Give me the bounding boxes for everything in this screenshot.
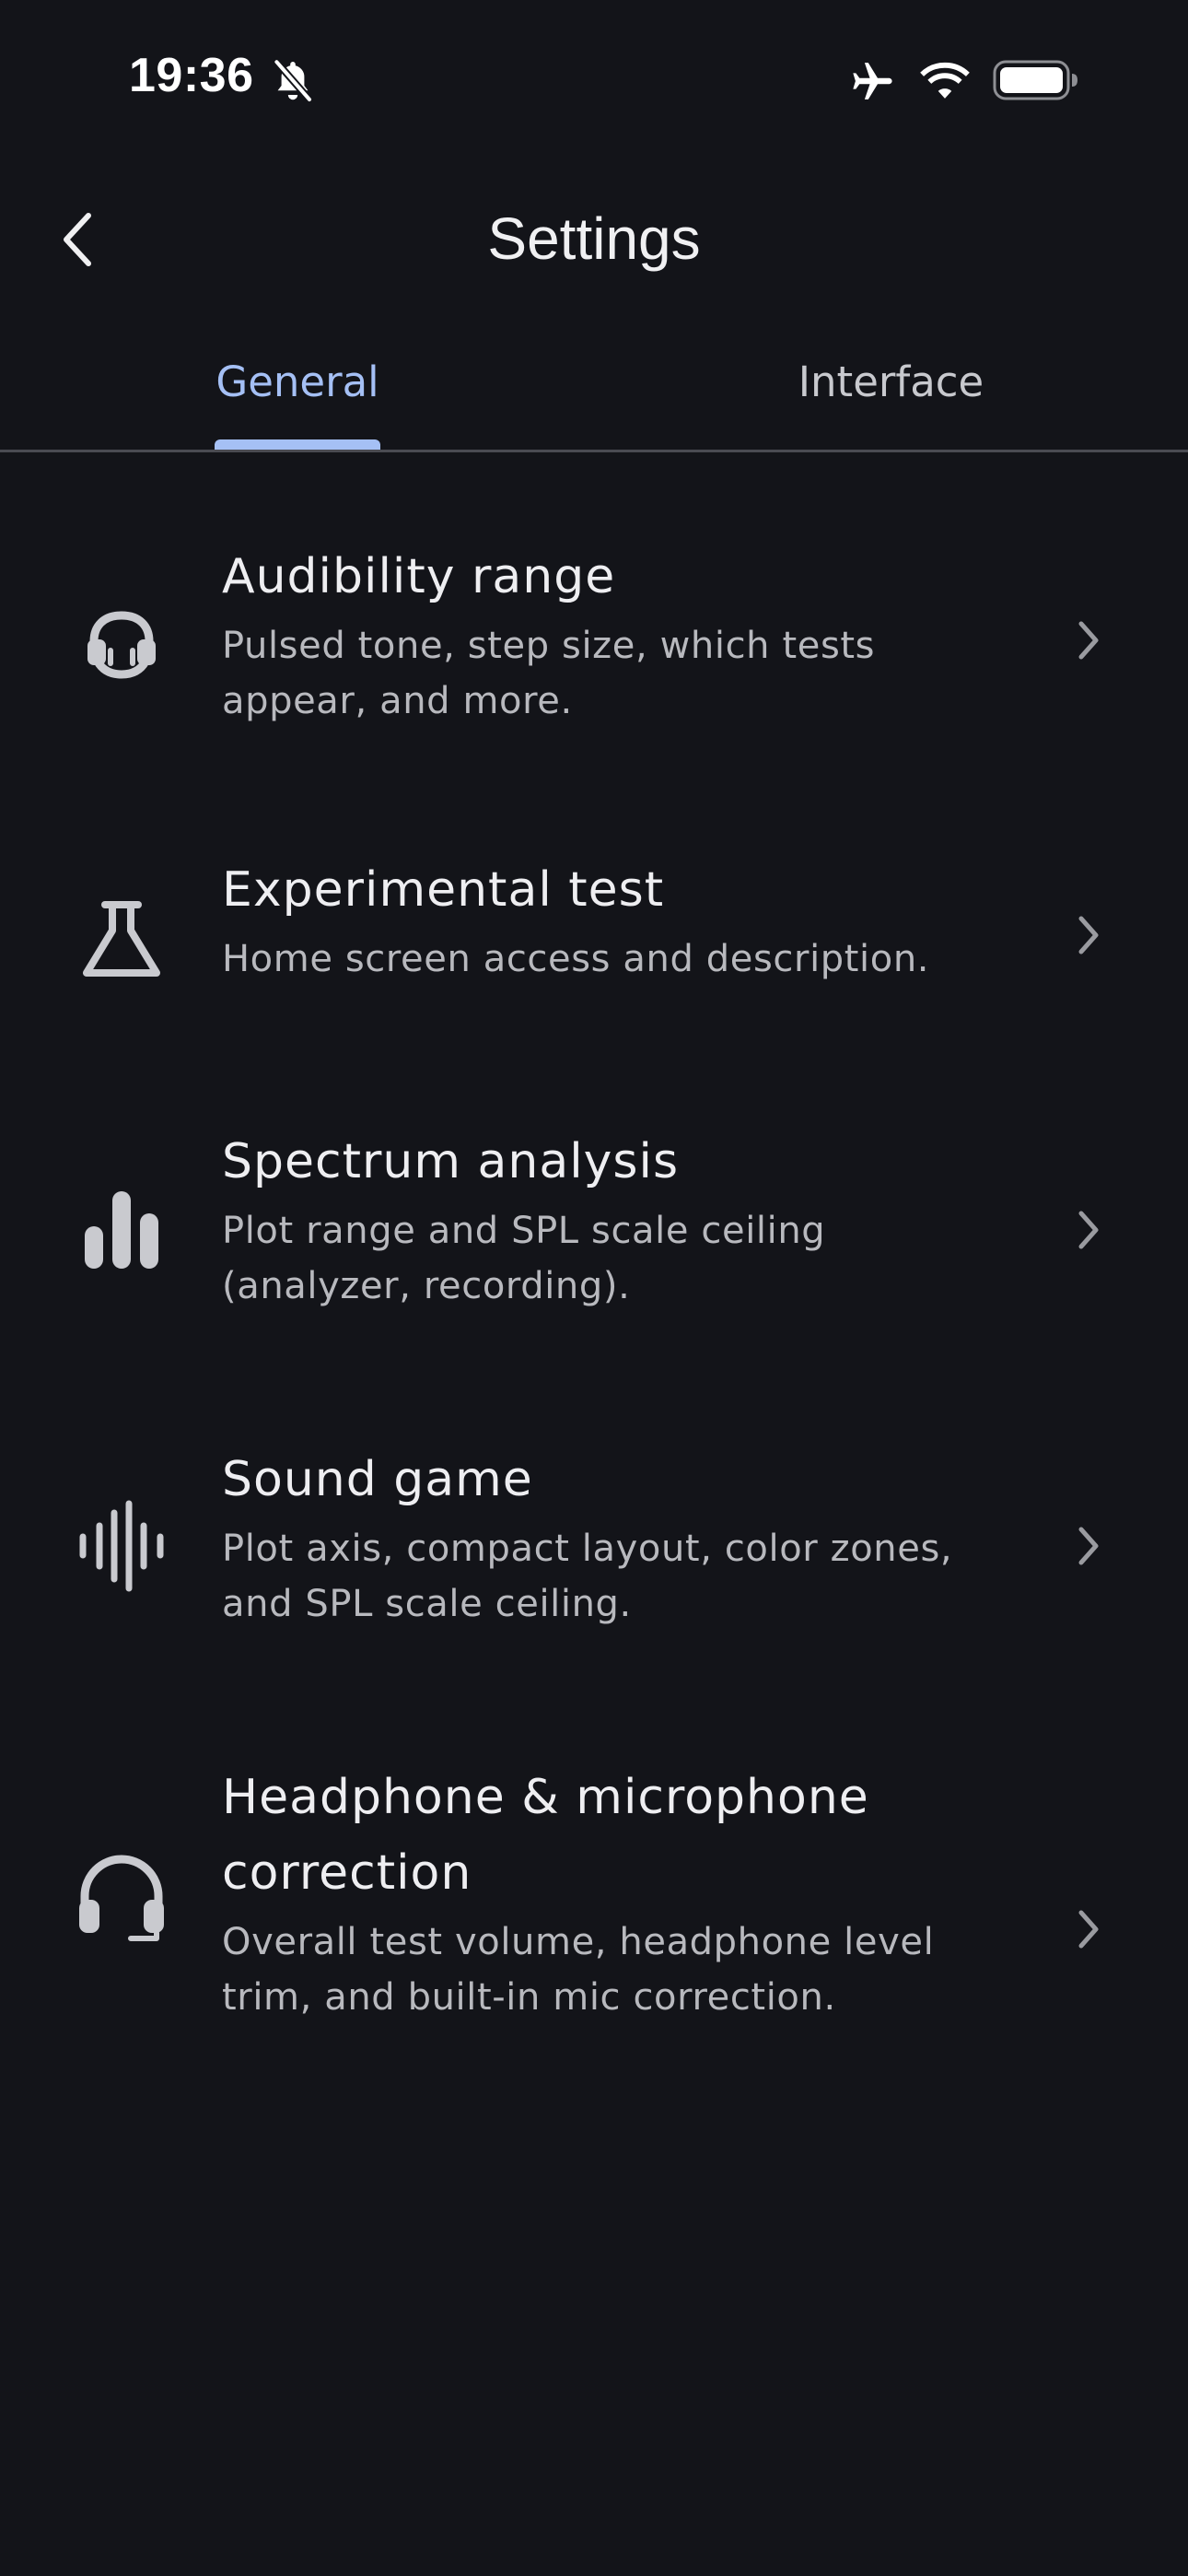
status-time: 19:36 (129, 49, 254, 102)
chevron-right-icon (1078, 916, 1099, 954)
chevron-right-icon (1078, 1910, 1099, 1949)
page-title: Settings (487, 205, 701, 272)
airplane-icon (853, 63, 892, 100)
bar-chart-icon (85, 1191, 158, 1269)
battery-icon (993, 60, 1077, 100)
setting-description: Pulsed tone, step size, which tests appe… (222, 625, 876, 722)
flask-icon (83, 901, 160, 977)
tab-interface[interactable]: Interface (783, 357, 999, 406)
chevron-right-icon (1078, 1527, 1099, 1565)
chevron-right-icon (1078, 621, 1099, 660)
setting-description: Home screen access and description. (222, 938, 930, 980)
setting-description: Plot range and SPL scale ceiling (analyz… (222, 1210, 826, 1307)
bell-slash-icon (273, 58, 313, 103)
setting-description: Plot axis, compact layout, color zones, … (222, 1528, 953, 1625)
setting-title: Experimental test (222, 862, 665, 918)
waveform-icon (79, 1500, 164, 1592)
setting-spectrum-analysis[interactable]: Spectrum analysis Plot range and SPL sca… (0, 1124, 1188, 1382)
setting-title: Headphone & microphone correction (222, 1770, 869, 1901)
tab-general[interactable]: General (215, 357, 380, 406)
setting-title: Spectrum analysis (222, 1134, 680, 1189)
audibility-range-icon (87, 611, 156, 679)
setting-title: Audibility range (222, 549, 616, 604)
tab-bar: General Interface (0, 341, 1188, 452)
headset-icon (79, 1855, 164, 1941)
setting-title: Sound game (222, 1452, 533, 1507)
setting-audibility-range[interactable]: Audibility range Pulsed tone, step size,… (0, 516, 1188, 774)
setting-sound-game[interactable]: Sound game Plot axis, compact layout, co… (0, 1442, 1188, 1700)
setting-experimental-test[interactable]: Experimental test Home screen access and… (0, 852, 1188, 1055)
status-bar: 19:36 (0, 0, 1188, 157)
active-tab-indicator (215, 439, 380, 450)
setting-description: Overall test volume, headphone level tri… (222, 1921, 935, 2019)
wifi-icon (920, 62, 970, 99)
setting-headphone-microphone-correction[interactable]: Headphone & microphone correction Overal… (0, 1760, 1188, 2091)
chevron-right-icon (1078, 1211, 1099, 1249)
